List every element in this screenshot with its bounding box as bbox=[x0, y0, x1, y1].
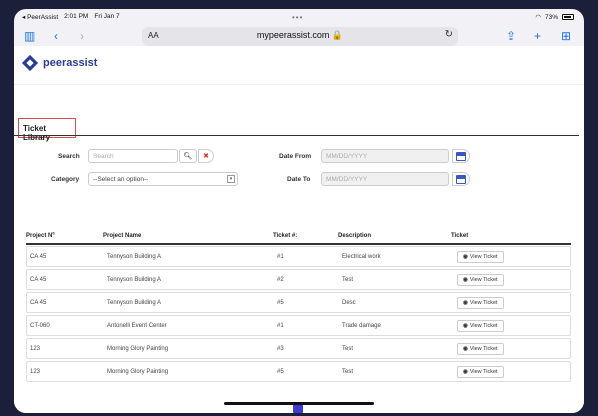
col-ticket: Ticket bbox=[451, 233, 469, 239]
web-page: peerassist Ticket Library Search Search … bbox=[14, 46, 584, 413]
battery-icon bbox=[562, 14, 574, 20]
tabs-overview-icon[interactable]: ⊞ bbox=[561, 29, 571, 43]
ipad-screen: ◂ PeerAssist 2:01 PM Fri Jan 7 ◠ 73% •••… bbox=[14, 9, 584, 413]
date-from-input[interactable]: MM/DD/YYYY bbox=[321, 149, 449, 163]
brand-logo[interactable]: peerassist bbox=[21, 54, 97, 72]
table-row: CA 45 Tennyson Building A #1 Electrical wor… bbox=[26, 246, 571, 267]
cell-project-name: Tennyson Building A bbox=[107, 300, 162, 306]
date-to-picker-button[interactable] bbox=[452, 172, 470, 186]
category-label: Category bbox=[51, 176, 80, 183]
cell-ticket-number: #2 bbox=[277, 277, 284, 283]
forward-icon[interactable]: › bbox=[80, 29, 84, 43]
table-row: 123 Morning Glory Painting #3 Test ◉ View Tic… bbox=[26, 338, 571, 359]
view-ticket-label: View Ticket bbox=[469, 369, 498, 375]
col-project-no: Project Nº bbox=[26, 233, 55, 239]
date-from-label: Date From bbox=[279, 153, 312, 160]
cell-project-no: CA 45 bbox=[30, 277, 47, 283]
section-divider bbox=[14, 135, 579, 136]
multitasking-dots-icon[interactable]: ••• bbox=[292, 13, 303, 22]
address-bar[interactable]: AA mypeerassist.com 🔒 ↻ bbox=[142, 27, 458, 46]
back-to-app-link[interactable]: ◂ PeerAssist bbox=[22, 13, 58, 21]
back-icon[interactable]: ‹ bbox=[54, 29, 58, 43]
date-to-input[interactable]: MM/DD/YYYY bbox=[321, 172, 449, 186]
cell-ticket-number: #5 bbox=[277, 300, 284, 306]
view-ticket-label: View Ticket bbox=[469, 300, 498, 306]
header-divider bbox=[14, 84, 584, 85]
pagination-page-1[interactable] bbox=[293, 404, 303, 413]
search-icon: 🔍︎ bbox=[183, 153, 193, 160]
eye-icon: ◉ bbox=[463, 323, 468, 329]
view-ticket-label: View Ticket bbox=[469, 346, 498, 352]
view-ticket-button[interactable]: ◉ View Ticket bbox=[457, 297, 504, 309]
cell-project-name: Morning Glory Painting bbox=[107, 346, 169, 352]
view-ticket-button[interactable]: ◉ View Ticket bbox=[457, 274, 504, 286]
cell-project-name: Tennyson Building A bbox=[107, 277, 162, 283]
cell-description: Desc bbox=[342, 300, 356, 306]
cell-project-no: 123 bbox=[30, 346, 41, 352]
header-divider bbox=[26, 243, 571, 245]
cell-project-name: Antonelli Event Center bbox=[107, 323, 167, 329]
table-header: Project Nº Project Name Ticket #: Descri… bbox=[26, 233, 571, 245]
table-row: CA 45 Tennyson Building A #2 Test ◉ View Tick… bbox=[26, 269, 571, 290]
calendar-icon bbox=[456, 174, 466, 184]
chevron-down-icon: ▾ bbox=[227, 175, 235, 183]
view-ticket-button[interactable]: ◉ View Ticket bbox=[457, 366, 504, 378]
cell-ticket-number: #3 bbox=[277, 346, 284, 352]
cell-ticket-number: #1 bbox=[277, 254, 284, 260]
col-ticket-number: Ticket #: bbox=[273, 233, 298, 239]
view-ticket-button[interactable]: ◉ View Ticket bbox=[457, 343, 504, 355]
view-ticket-button[interactable]: ◉ View Ticket bbox=[457, 320, 504, 332]
cell-project-name: Morning Glory Painting bbox=[107, 369, 169, 375]
eye-icon: ◉ bbox=[463, 346, 468, 352]
close-icon: ✖ bbox=[203, 153, 209, 160]
home-indicator[interactable] bbox=[224, 402, 374, 405]
cell-project-no: CA 45 bbox=[30, 300, 47, 306]
logo-mark-icon bbox=[21, 54, 39, 72]
eye-icon: ◉ bbox=[463, 369, 468, 375]
eye-icon: ◉ bbox=[463, 277, 468, 283]
url-text: mypeerassist.com 🔒 bbox=[256, 30, 344, 40]
sidebar-icon[interactable]: ▥ bbox=[24, 29, 35, 43]
cell-description: Trade damage bbox=[342, 323, 381, 329]
date-to-label: Date To bbox=[287, 176, 311, 183]
ticket-table: Project Nº Project Name Ticket #: Descri… bbox=[26, 233, 571, 382]
cell-project-name: Tennyson Building A bbox=[107, 254, 162, 260]
clear-search-button[interactable]: ✖ bbox=[198, 149, 214, 163]
cell-description: Test bbox=[342, 346, 354, 352]
category-select[interactable]: --Select an option-- ▾ bbox=[88, 172, 238, 186]
cell-project-no: CA 45 bbox=[30, 254, 47, 260]
search-input[interactable]: Search bbox=[88, 149, 178, 163]
table-row: CA 45 Tennyson Building A #5 Desc ◉ View Tick… bbox=[26, 292, 571, 313]
cell-project-no: CT-060 bbox=[30, 323, 50, 329]
cell-description: Test bbox=[342, 277, 354, 283]
cell-ticket-number: #5 bbox=[277, 369, 284, 375]
calendar-icon bbox=[456, 151, 466, 161]
cell-project-no: 123 bbox=[30, 369, 41, 375]
search-label: Search bbox=[58, 153, 80, 160]
eye-icon: ◉ bbox=[463, 300, 468, 306]
share-icon[interactable]: ⇪ bbox=[506, 29, 516, 43]
reload-icon[interactable]: ↻ bbox=[445, 29, 453, 40]
view-ticket-label: View Ticket bbox=[469, 254, 498, 260]
new-tab-icon[interactable]: + bbox=[534, 29, 541, 43]
cell-description: Electrical work bbox=[342, 254, 381, 260]
wifi-icon: ◠ bbox=[535, 14, 541, 21]
cell-description: Test bbox=[342, 369, 354, 375]
status-date: Fri Jan 7 bbox=[94, 13, 120, 20]
cell-ticket-number: #1 bbox=[277, 323, 284, 329]
date-from-picker-button[interactable] bbox=[452, 149, 470, 163]
table-row: 123 Morning Glory Painting #5 Test ◉ View Tic… bbox=[26, 361, 571, 382]
view-ticket-label: View Ticket bbox=[469, 323, 498, 329]
view-ticket-label: View Ticket bbox=[469, 277, 498, 283]
category-value: --Select an option-- bbox=[93, 176, 149, 183]
brand-name: peerassist bbox=[43, 57, 98, 69]
search-button[interactable]: 🔍︎ bbox=[179, 149, 197, 163]
col-project-name: Project Name bbox=[103, 233, 142, 239]
battery-percent: 73% bbox=[544, 13, 558, 21]
eye-icon: ◉ bbox=[463, 254, 468, 260]
table-row: CT-060 Antonelli Event Center #1 Trade dama… bbox=[26, 315, 571, 336]
status-time: 2:01 PM bbox=[64, 13, 89, 20]
col-description: Description bbox=[338, 233, 372, 239]
view-ticket-button[interactable]: ◉ View Ticket bbox=[457, 251, 504, 263]
